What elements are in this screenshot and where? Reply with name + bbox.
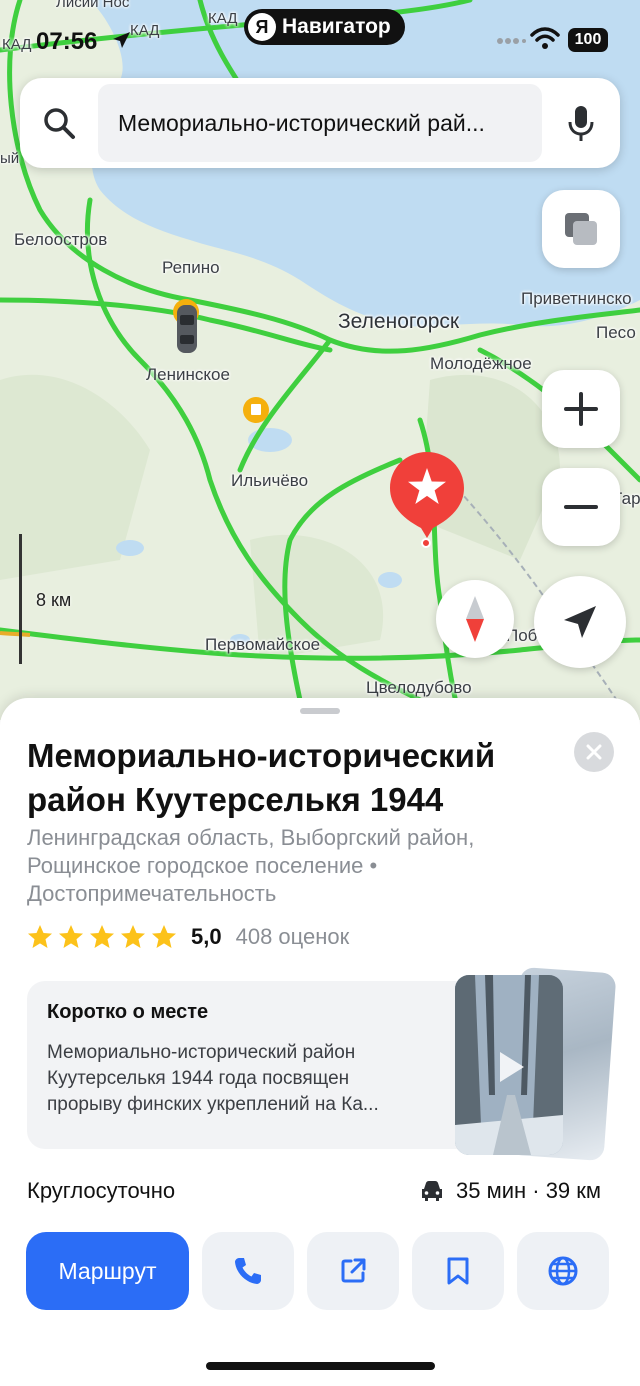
navigator-pill[interactable]: Я Навигатор — [244, 9, 405, 45]
star-icon — [90, 925, 114, 948]
sheet-grabber[interactable] — [300, 708, 340, 714]
search-icon[interactable] — [42, 106, 76, 140]
compass-icon — [466, 596, 484, 642]
map-scale-label: 8 км — [36, 590, 72, 610]
about-card[interactable]: Коротко о месте Мемориально-исторический… — [27, 981, 487, 1149]
place-title: Мемориально-исторический район Куутерсел… — [27, 737, 496, 818]
route-button[interactable]: Маршрут — [26, 1232, 189, 1310]
map-label: Ленинское — [146, 365, 230, 384]
rating-value: 5,0 — [191, 924, 222, 949]
map-label: Репино — [162, 258, 220, 277]
rating-stars — [27, 924, 177, 950]
status-time: 07:56 — [36, 28, 98, 55]
opening-hours: Круглосуточно — [27, 1178, 176, 1203]
signal-dots-icon — [497, 38, 526, 44]
website-button[interactable] — [517, 1232, 609, 1310]
map-label: Приветнинско — [521, 289, 632, 308]
share-button[interactable] — [307, 1232, 399, 1310]
map-scale-bar — [19, 534, 22, 664]
close-button[interactable] — [574, 732, 614, 772]
map-label: Цвелодубово — [366, 678, 472, 697]
location-services-icon — [113, 32, 130, 48]
close-icon — [586, 744, 602, 760]
map-label: Ильичёво — [231, 471, 309, 490]
star-pin-icon[interactable] — [388, 450, 466, 555]
navigator-label: Навигатор — [282, 15, 391, 38]
zoom-out-button[interactable] — [542, 468, 620, 546]
map-label: Белоостров — [14, 230, 108, 249]
map-label: ый — [0, 150, 20, 167]
map-label: КАД — [2, 36, 32, 53]
share-icon — [341, 1258, 366, 1283]
compass-button[interactable] — [436, 580, 514, 658]
star-icon — [28, 925, 52, 948]
map-label: КАД — [208, 10, 238, 27]
travel-info: 35 мин · 39 км — [420, 1178, 601, 1204]
battery-indicator: 100 — [568, 28, 608, 52]
about-text: Мемориально-исторический район Куутерсел… — [47, 1042, 379, 1115]
phone-icon — [235, 1258, 261, 1284]
mic-icon[interactable] — [566, 104, 596, 144]
bookmark-icon — [447, 1257, 469, 1285]
layers-icon — [565, 213, 597, 245]
rating-row[interactable]: 5,0 408 оценок — [27, 924, 349, 950]
star-icon — [121, 925, 145, 948]
star-icon — [152, 925, 176, 948]
plus-icon — [564, 392, 598, 426]
call-button[interactable] — [202, 1232, 294, 1310]
map-label: КАД — [130, 22, 160, 39]
travel-time-distance: 35 мин · 39 км — [456, 1178, 602, 1203]
map-label: Лисий Нос — [56, 0, 130, 11]
zoom-in-button[interactable] — [542, 370, 620, 448]
bookmark-button[interactable] — [412, 1232, 504, 1310]
yandex-logo: Я — [248, 13, 276, 41]
my-location-button[interactable] — [534, 576, 626, 668]
minus-icon — [564, 505, 598, 509]
place-address: Ленинградская область, Выборгский район,… — [27, 825, 475, 906]
map-label: Первомайское — [205, 635, 321, 654]
home-indicator[interactable] — [206, 1362, 435, 1370]
globe-icon — [548, 1256, 578, 1286]
rating-count: 408 оценок — [235, 924, 350, 949]
map-label: Молодёжное — [430, 354, 532, 373]
star-icon — [59, 925, 83, 948]
map-label: Песо — [596, 323, 636, 342]
car-icon — [422, 1181, 442, 1201]
layers-button[interactable] — [542, 190, 620, 268]
place-card: Мемориально-исторический район Куутерсел… — [0, 698, 640, 1386]
search-input[interactable]: Мемориально-исторический рай... — [98, 84, 542, 162]
play-icon — [500, 1052, 524, 1082]
wifi-icon — [530, 27, 560, 49]
map-label: Зеленогорск — [338, 310, 460, 333]
location-arrow-icon — [564, 606, 596, 638]
about-title: Коротко о месте — [47, 1001, 209, 1023]
